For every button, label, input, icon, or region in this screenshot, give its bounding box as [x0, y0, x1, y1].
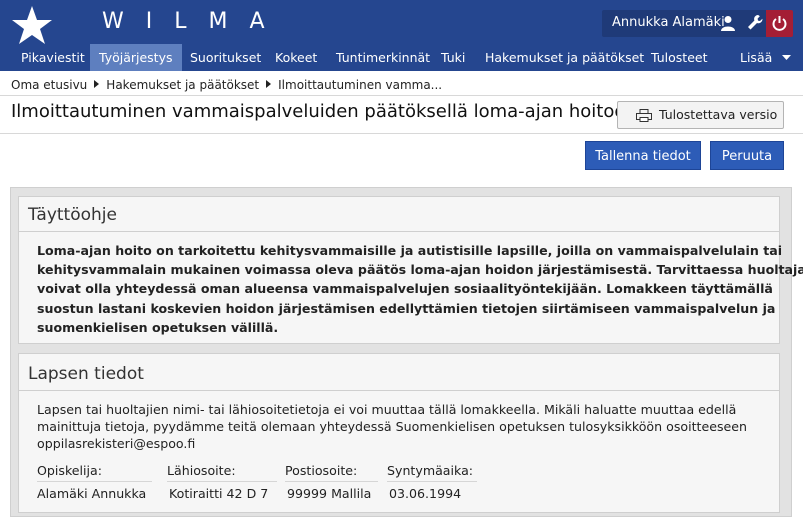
- instructions-line: suomenkielisen opetuksen välillä.: [37, 319, 279, 335]
- cancel-button[interactable]: Peruuta: [710, 141, 784, 170]
- address-label: Lähiosoite:: [167, 463, 236, 478]
- nav-item-lisaa-label: Lisää: [740, 50, 773, 65]
- contact-email[interactable]: oppilasrekisteri@espoo.fi: [37, 435, 757, 452]
- nav-item-hakemukset[interactable]: Hakemukset ja päätökset: [485, 44, 644, 71]
- instructions-line: suostun lastani koskevien hoidon järjest…: [37, 300, 776, 316]
- breadcrumb: Oma etusivu Hakemukset ja päätökset Ilmoit…: [11, 78, 442, 92]
- instructions-line: kehitysvammalain mukainen voimassa oleva…: [37, 262, 803, 278]
- instructions-title: Täyttöohje: [28, 205, 117, 225]
- printer-icon: [636, 109, 652, 122]
- address-value: Kotiraitti 42 D 7: [169, 486, 269, 501]
- wrench-icon[interactable]: [747, 14, 763, 31]
- postal-value: 99999 Mallila: [287, 486, 372, 501]
- user-menu[interactable]: Annukka Alamäki: [602, 10, 766, 37]
- panel-divider: [19, 390, 779, 391]
- child-info-text: Lapsen tai huoltajien nimi- tai lähiosoi…: [37, 401, 757, 452]
- child-info-line: mainittuja tietoja, pyydämme teitä olema…: [37, 419, 748, 434]
- save-button[interactable]: Tallenna tiedot: [585, 141, 701, 170]
- user-name[interactable]: Annukka Alamäki: [612, 15, 725, 30]
- child-info-title: Lapsen tiedot: [28, 364, 144, 384]
- print-version-button[interactable]: Tulostettava versio: [617, 101, 784, 129]
- field-divider: [167, 481, 277, 482]
- user-icon[interactable]: [721, 15, 735, 31]
- instructions-line: voivat olla yhteydessä oman alueensa vam…: [37, 281, 773, 297]
- chevron-down-icon: [782, 55, 792, 60]
- instructions-text: Loma-ajan hoito on tarkoitettu kehitysva…: [37, 241, 803, 337]
- power-icon: [772, 16, 787, 31]
- postal-label: Postiosoite:: [285, 463, 358, 478]
- logout-button[interactable]: [766, 10, 793, 37]
- nav-item-tulosteet[interactable]: Tulosteet: [651, 44, 707, 71]
- nav-item-tuntimerkinnat[interactable]: Tuntimerkinnät: [336, 44, 430, 71]
- birthdate-label: Syntymäaika:: [387, 463, 474, 478]
- divider: [0, 95, 803, 96]
- nav-item-lisaa[interactable]: Lisää: [740, 44, 792, 71]
- nav-item-tyojarjestys[interactable]: Työjärjestys: [90, 44, 182, 71]
- breadcrumb-separator-icon: [94, 80, 100, 88]
- field-divider: [285, 481, 378, 482]
- instructions-line: Loma-ajan hoito on tarkoitettu kehitysva…: [37, 243, 783, 258]
- field-divider: [37, 481, 152, 482]
- top-bar: WILMA Annukka Alamäki: [0, 0, 803, 44]
- field-divider: [387, 481, 477, 482]
- child-info-line: Lapsen tai huoltajien nimi- tai lähiosoi…: [37, 402, 737, 417]
- print-version-label: Tulostettava versio: [659, 107, 778, 122]
- nav-item-suoritukset[interactable]: Suoritukset: [190, 44, 261, 71]
- student-label: Opiskelija:: [37, 463, 103, 478]
- breadcrumb-home[interactable]: Oma etusivu: [11, 78, 87, 92]
- main-nav: Pikaviestit Työjärjestys Suoritukset Kok…: [0, 44, 803, 71]
- student-value: Alamäki Annukka: [37, 486, 147, 501]
- nav-item-pikaviestit[interactable]: Pikaviestit: [21, 44, 85, 71]
- page-title: Ilmoittautuminen vammaispalveluiden päät…: [11, 101, 637, 122]
- panel-divider: [19, 231, 779, 232]
- breadcrumb-separator-icon: [266, 80, 272, 88]
- divider: [0, 133, 803, 134]
- app-brand: WILMA: [102, 9, 287, 34]
- wilma-logo-icon[interactable]: [8, 4, 54, 46]
- breadcrumb-current: Ilmoittautuminen vamma...: [278, 78, 443, 92]
- breadcrumb-hakemukset[interactable]: Hakemukset ja päätökset: [106, 78, 259, 92]
- nav-item-tuki[interactable]: Tuki: [441, 44, 465, 71]
- birthdate-value: 03.06.1994: [389, 486, 462, 501]
- nav-item-kokeet[interactable]: Kokeet: [275, 44, 317, 71]
